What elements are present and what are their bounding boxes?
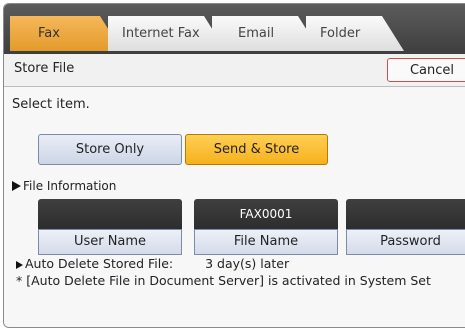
cancel-button[interactable]: Cancel [387,58,465,82]
tab-folder-label: Folder [320,26,361,41]
tab-internet-fax[interactable]: Internet Fax [108,16,226,51]
tab-email[interactable]: Email [212,16,320,51]
send-and-store-button[interactable]: Send & Store [185,134,328,165]
function-tab-bar: Fax Internet Fax Email Folder [4,4,465,54]
tab-fax[interactable]: Fax [10,16,122,51]
dialog-content: Select item. Store Only Send & Store Fil… [4,87,465,327]
file-name-button[interactable]: File Name [194,229,338,255]
store-file-dialog: Fax Internet Fax Email Folder Store File… [3,3,465,328]
page-title: Store File [14,61,75,76]
auto-delete-note: * [Auto Delete File in Document Server] … [16,273,431,288]
tab-folder[interactable]: Folder [306,16,404,51]
auto-delete-value: 3 day(s) later [205,256,290,271]
triangle-bullet-icon [12,181,21,191]
file-name-value: FAX0001 [194,199,338,229]
tab-fax-label: Fax [38,26,60,41]
store-only-button[interactable]: Store Only [38,134,182,165]
auto-delete-label: Auto Delete Stored File: [25,256,174,271]
password-button[interactable]: Password [346,229,465,255]
triangle-bullet-icon [16,261,23,269]
tab-internet-fax-label: Internet Fax [122,26,200,41]
file-information-text: File Information [23,179,117,193]
instruction-text: Select item. [12,97,90,112]
password-value [346,199,465,229]
user-name-value [38,199,182,229]
file-information-label: File Information [12,179,116,193]
auto-delete-row: Auto Delete Stored File: 3 day(s) later [16,256,289,271]
dialog-header: Store File Cancel [4,54,465,87]
tab-email-label: Email [238,26,275,41]
user-name-button[interactable]: User Name [38,229,182,255]
